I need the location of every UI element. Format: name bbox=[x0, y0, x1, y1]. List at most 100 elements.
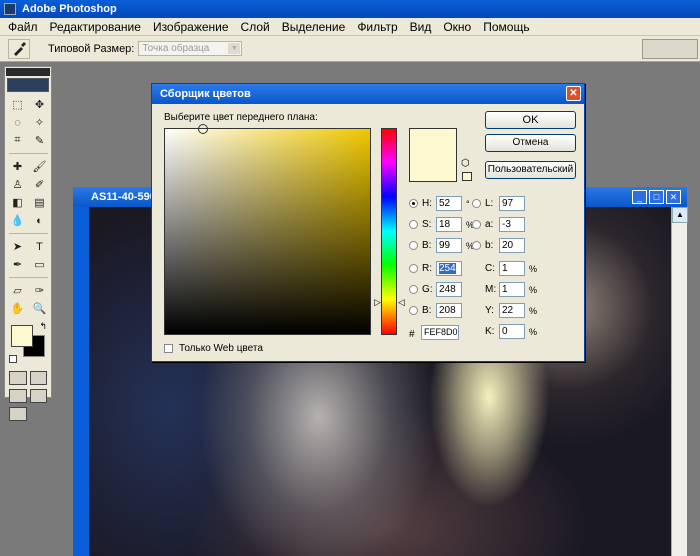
lab-b-input[interactable]: 20 bbox=[499, 238, 525, 253]
default-colors-icon[interactable] bbox=[9, 355, 17, 363]
color-picker-dialog: Сборщик цветов ✕ Выберите цвет переднего… bbox=[151, 83, 585, 362]
lasso-tool-icon[interactable]: ◌ bbox=[7, 114, 28, 131]
lab-l-input[interactable]: 97 bbox=[499, 196, 525, 211]
gradient-tool-icon[interactable]: ▤ bbox=[29, 194, 50, 211]
saturation-radio[interactable] bbox=[409, 220, 418, 229]
shape-tool-icon[interactable]: ▭ bbox=[29, 256, 50, 273]
close-icon[interactable]: ✕ bbox=[666, 190, 681, 204]
blur-tool-icon[interactable]: 💧 bbox=[7, 212, 28, 229]
web-colors-only-label: Только Web цвета bbox=[179, 343, 263, 354]
dialog-title-bar[interactable]: Сборщик цветов ✕ bbox=[152, 84, 584, 104]
lab-a-label: a: bbox=[485, 219, 494, 230]
crop-tool-icon[interactable]: ⌗ bbox=[7, 132, 28, 149]
history-brush-tool-icon[interactable]: ✐ bbox=[29, 176, 50, 193]
sample-size-value: Точка образца bbox=[142, 43, 210, 54]
quick-mask-mode-icon[interactable] bbox=[29, 371, 47, 385]
dialog-title: Сборщик цветов bbox=[160, 88, 251, 100]
slice-tool-icon[interactable]: ✎ bbox=[29, 132, 50, 149]
cancel-button[interactable]: Отмена bbox=[485, 134, 576, 152]
marquee-tool-icon[interactable]: ⬚ bbox=[7, 96, 28, 113]
vertical-scrollbar[interactable]: ▲ bbox=[671, 207, 688, 556]
hue-radio[interactable] bbox=[409, 199, 418, 208]
blue-input[interactable]: 208 bbox=[436, 303, 462, 318]
hue-slider[interactable] bbox=[381, 128, 397, 335]
magic-wand-tool-icon[interactable]: ✧ bbox=[29, 114, 50, 131]
color-field-marker[interactable] bbox=[198, 124, 208, 134]
cyan-channel: C: 1 % bbox=[485, 261, 537, 276]
adobe-online-icon[interactable] bbox=[7, 78, 49, 92]
magenta-input[interactable]: 1 bbox=[499, 282, 525, 297]
healing-brush-tool-icon[interactable]: ✚ bbox=[7, 158, 28, 175]
move-tool-icon[interactable]: ✥ bbox=[29, 96, 50, 113]
lab-a-radio[interactable] bbox=[472, 220, 481, 229]
blue-radio[interactable] bbox=[409, 306, 418, 315]
standard-mode-icon[interactable] bbox=[9, 371, 27, 385]
green-channel: G: 248 bbox=[409, 282, 462, 297]
gamut-swatch[interactable] bbox=[462, 172, 472, 181]
menu-image[interactable]: Изображение bbox=[147, 20, 235, 34]
scroll-up-icon[interactable]: ▲ bbox=[672, 207, 688, 223]
lab-l-radio[interactable] bbox=[472, 199, 481, 208]
screen-mode-row bbox=[5, 387, 51, 405]
yellow-input[interactable]: 22 bbox=[499, 303, 525, 318]
green-input[interactable]: 248 bbox=[436, 282, 462, 297]
green-radio[interactable] bbox=[409, 285, 418, 294]
checkbox-box[interactable] bbox=[164, 344, 173, 353]
type-tool-icon[interactable]: T bbox=[29, 238, 50, 255]
path-selection-tool-icon[interactable]: ➤ bbox=[7, 238, 28, 255]
menu-filter[interactable]: Фильтр bbox=[351, 20, 403, 34]
menu-view[interactable]: Вид bbox=[404, 20, 438, 34]
color-field[interactable] bbox=[164, 124, 371, 335]
stamp-tool-icon[interactable]: ♙ bbox=[7, 176, 28, 193]
black-input[interactable]: 0 bbox=[499, 324, 525, 339]
swap-colors-icon[interactable]: ↰ bbox=[39, 321, 47, 332]
hand-tool-icon[interactable]: ✋ bbox=[7, 300, 28, 317]
menu-window[interactable]: Окно bbox=[437, 20, 477, 34]
brush-tool-icon[interactable]: 🖌 bbox=[29, 158, 50, 175]
eraser-tool-icon[interactable]: ◧ bbox=[7, 194, 28, 211]
red-radio[interactable] bbox=[409, 264, 418, 273]
hue-input[interactable]: 52 bbox=[436, 196, 462, 211]
menu-help[interactable]: Помощь bbox=[477, 20, 535, 34]
toolbox-divider bbox=[9, 150, 48, 154]
dodge-tool-icon[interactable]: ◐ bbox=[29, 212, 50, 229]
full-screen-menu-icon[interactable] bbox=[29, 389, 47, 403]
cyan-input[interactable]: 1 bbox=[499, 261, 525, 276]
menu-select[interactable]: Выделение bbox=[276, 20, 352, 34]
toolbox-divider bbox=[9, 274, 48, 278]
foreground-color-swatch[interactable] bbox=[11, 325, 33, 347]
sample-size-select[interactable]: Точка образца ▼ bbox=[138, 41, 243, 56]
jump-to-imageready-icon[interactable] bbox=[9, 407, 27, 421]
zoom-tool-icon[interactable]: 🔍 bbox=[29, 300, 50, 317]
saturation-input[interactable]: 18 bbox=[436, 217, 462, 232]
black-channel: K: 0 % bbox=[485, 324, 537, 339]
red-channel: R: 254 bbox=[409, 261, 462, 276]
close-icon[interactable]: ✕ bbox=[566, 86, 581, 101]
palette-well[interactable] bbox=[642, 39, 698, 59]
notes-tool-icon[interactable]: ▱ bbox=[7, 282, 28, 299]
hue-slider-left-arrow-icon[interactable]: ▷ bbox=[374, 297, 381, 308]
toolbox: ⬚ ✥ ◌ ✧ ⌗ ✎ ✚ 🖌 ♙ ✐ ◧ ▤ 💧 ◐ ➤ T ✒ ▭ ▱ ✑ … bbox=[4, 66, 52, 421]
ok-button[interactable]: OK bbox=[485, 111, 576, 129]
menu-file[interactable]: Файл bbox=[2, 20, 44, 34]
menu-layer[interactable]: Слой bbox=[235, 20, 276, 34]
maximize-icon[interactable]: □ bbox=[649, 190, 664, 204]
eyedropper-tool-icon[interactable]: ✑ bbox=[29, 282, 50, 299]
print-gamut-cube-icon[interactable]: ⬡ bbox=[461, 158, 470, 169]
eyedropper-tool-icon[interactable] bbox=[8, 38, 30, 59]
hex-input[interactable]: FEF8D0 bbox=[421, 325, 459, 340]
minimize-icon[interactable]: _ bbox=[632, 190, 647, 204]
menu-edit[interactable]: Редактирование bbox=[44, 20, 147, 34]
red-input[interactable]: 254 bbox=[436, 261, 462, 276]
custom-colors-button[interactable]: Пользовательский bbox=[485, 161, 576, 179]
web-colors-only-checkbox[interactable]: Только Web цвета bbox=[164, 343, 263, 354]
brightness-radio[interactable] bbox=[409, 241, 418, 250]
lab-b-radio[interactable] bbox=[472, 241, 481, 250]
hue-slider-right-arrow-icon[interactable]: ◁ bbox=[398, 297, 405, 308]
lab-a-input[interactable]: -3 bbox=[499, 217, 525, 232]
green-label: G: bbox=[422, 284, 433, 295]
standard-screen-icon[interactable] bbox=[9, 389, 27, 403]
toolbox-header[interactable] bbox=[6, 68, 50, 76]
brightness-input[interactable]: 99 bbox=[436, 238, 462, 253]
pen-tool-icon[interactable]: ✒ bbox=[7, 256, 28, 273]
